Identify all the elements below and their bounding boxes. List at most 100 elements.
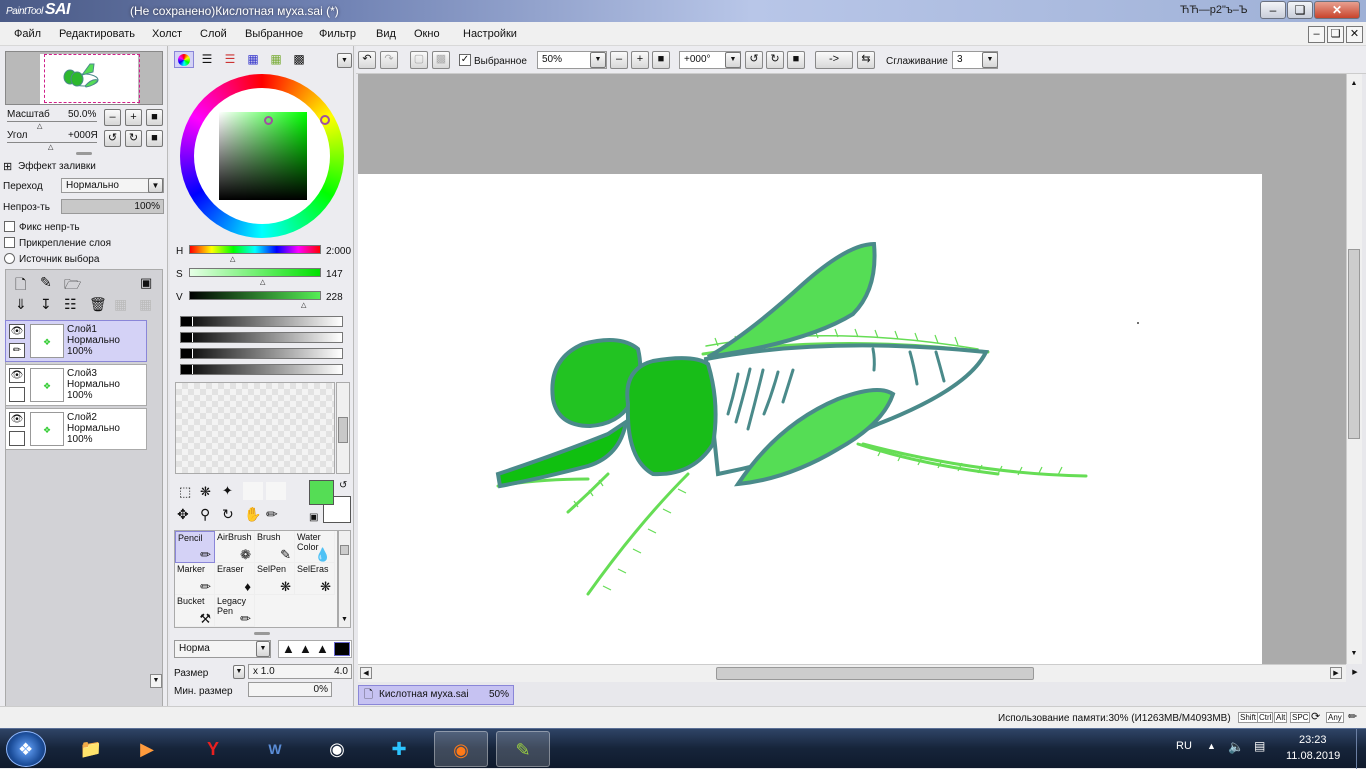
rgb-slider-tab[interactable]: ☰	[197, 51, 217, 68]
layer-visibility-toggle[interactable]: 👁	[9, 324, 25, 339]
gradient-bar-1[interactable]	[180, 316, 343, 327]
swap-colors-icon[interactable]: ↺	[339, 480, 347, 491]
rotate-left-button[interactable]: ↺	[104, 130, 121, 147]
angle-dropdown-button[interactable]: ▼	[725, 52, 741, 68]
zoom-icon[interactable]: ⚲	[200, 506, 210, 523]
clip-layer-checkbox[interactable]	[4, 237, 15, 248]
stabilizer-dropdown-button[interactable]: ▼	[982, 52, 998, 68]
merge-down-icon[interactable]: ↧	[40, 296, 52, 313]
gradient-bar-4[interactable]	[180, 364, 343, 375]
fill-effect-expand-icon[interactable]: ⊞	[3, 160, 12, 173]
swatches-scrollbar[interactable]	[336, 382, 350, 474]
menu-filter[interactable]: Фильтр	[319, 28, 356, 40]
s-slider[interactable]	[189, 268, 321, 277]
trash-icon[interactable]: 🗑	[89, 296, 107, 313]
layer-lock-toggle[interactable]: ✏	[9, 343, 25, 358]
network-icon[interactable]: ▤	[1254, 739, 1265, 753]
show-desktop-button[interactable]	[1356, 729, 1366, 769]
volume-icon[interactable]: 🔈	[1228, 739, 1244, 755]
toolbar-rotate-left-button[interactable]: ↺	[745, 51, 763, 69]
chevron-right-icon[interactable]: ▶	[1348, 664, 1362, 682]
size-multiplier-dropdown[interactable]: ▼	[233, 665, 245, 679]
merge-visible-icon[interactable]: ▦	[139, 296, 152, 313]
taskbar-word[interactable]: W	[248, 731, 302, 767]
menu-layer[interactable]: Слой	[200, 28, 227, 40]
taskbar-media-player[interactable]: ▶	[120, 731, 174, 767]
taskbar-obs[interactable]: ◉	[310, 731, 364, 767]
angle-slider-handle-icon[interactable]: △	[48, 143, 53, 151]
layer-mask-icon[interactable]: ▣	[140, 275, 152, 291]
keyboard-language[interactable]: RU	[1176, 740, 1192, 752]
panel-splitter-icon[interactable]	[76, 152, 92, 155]
zoom-slider-handle-icon[interactable]: △	[37, 122, 42, 130]
new-layer-set-icon[interactable]: ✎	[40, 274, 52, 291]
brush-shape-presets[interactable]: ▲ ▲ ▲	[278, 640, 352, 658]
menu-edit[interactable]: Редактировать	[59, 28, 135, 40]
undo-button[interactable]: ↶	[358, 51, 376, 69]
tool-eraser[interactable]: Eraser ♦	[215, 563, 255, 595]
clear-layer-icon[interactable]: ☷	[64, 296, 77, 313]
brush-shape-medium-icon[interactable]: ▲	[299, 641, 312, 656]
tool-brush[interactable]: Brush ✎	[255, 531, 295, 563]
tool-legacy-pen[interactable]: Legacy Pen ✏	[215, 595, 255, 627]
mdi-restore-button[interactable]: ❏	[1327, 26, 1344, 43]
rotate-icon[interactable]: ↻	[222, 506, 234, 523]
layer-visibility-toggle[interactable]: 👁	[9, 412, 25, 427]
taskbar-app[interactable]: ✚	[372, 731, 426, 767]
tool-seleras[interactable]: SelEras ❋	[295, 563, 335, 595]
menu-view[interactable]: Вид	[376, 28, 396, 40]
rotate-right-button[interactable]: ↻	[125, 130, 142, 147]
move-icon[interactable]: ✥	[177, 506, 189, 523]
canvas-viewport[interactable]	[358, 74, 1346, 664]
primary-color-swatch-front[interactable]	[309, 480, 334, 505]
color-wheel-tab[interactable]	[174, 51, 194, 68]
mdi-minimize-button[interactable]: –	[1308, 26, 1325, 43]
clock-date[interactable]: 11.08.2019	[1286, 750, 1340, 762]
rect-select-icon[interactable]: ⬚	[179, 484, 191, 500]
layer-row[interactable]: 👁 ❖ Слой2 Нормально 100%	[5, 408, 147, 450]
hue-picker-handle-icon[interactable]	[320, 115, 330, 125]
zoom-dropdown-button[interactable]: ▼	[590, 52, 606, 68]
h-slider-handle-icon[interactable]: △	[230, 255, 235, 263]
palette-tab[interactable]: ▦	[266, 51, 286, 68]
tray-expand-icon[interactable]: ▲	[1207, 741, 1216, 751]
layer-visibility-toggle[interactable]: 👁	[9, 368, 25, 383]
folder-icon[interactable]: 🗁	[64, 274, 81, 298]
canvas-horizontal-scrollbar[interactable]: ◀ ▶	[358, 664, 1346, 682]
minimize-button[interactable]: –	[1260, 1, 1286, 19]
menu-selection[interactable]: Выбранное	[245, 28, 303, 40]
redo-button[interactable]: ↷	[380, 51, 398, 69]
apply-mask-icon[interactable]: ▦	[114, 296, 127, 313]
navigator-preview[interactable]	[5, 51, 163, 105]
chevron-left-icon[interactable]: ◀	[360, 667, 372, 679]
fill-effect-label[interactable]: Эффект заливки	[18, 161, 96, 172]
toolbar-zoom-in-button[interactable]: +	[631, 51, 649, 69]
menu-canvas[interactable]: Холст	[152, 28, 182, 40]
layer-row[interactable]: 👁 ✏ ❖ Слой1 Нормально 100%	[5, 320, 147, 362]
deselect-button[interactable]: ▢	[410, 51, 428, 69]
h-slider[interactable]	[189, 245, 321, 254]
taskbar-yandex-browser[interactable]: Y	[186, 731, 240, 767]
rotate-reset-button[interactable]: ■	[146, 130, 163, 147]
chevron-right-icon[interactable]: ▶	[1330, 667, 1342, 679]
invert-selection-button[interactable]: ▩	[432, 51, 450, 69]
v-slider-handle-icon[interactable]: △	[301, 301, 306, 309]
maximize-button[interactable]: ❏	[1287, 1, 1313, 19]
lasso-icon[interactable]: ❋	[200, 484, 211, 500]
tool-airbrush[interactable]: AirBrush ❁	[215, 531, 255, 563]
mdi-close-button[interactable]: ✕	[1346, 26, 1363, 43]
show-selection-checkbox[interactable]: ✓	[459, 54, 471, 66]
tool-water-color[interactable]: Water Color 💧	[295, 531, 335, 563]
brush-shape-hard-icon[interactable]: ▲	[316, 641, 329, 656]
taskbar-paint-tool-sai[interactable]: ✎	[496, 731, 550, 767]
flip-horizontal-button[interactable]: ⇆	[857, 51, 875, 69]
fix-opacity-checkbox[interactable]	[4, 221, 15, 232]
new-layer-icon[interactable]: 🗋	[15, 274, 26, 298]
horizontal-scroll-thumb[interactable]	[716, 667, 1034, 680]
tool-bucket[interactable]: Bucket ⚒	[175, 595, 215, 627]
saturation-value-square[interactable]	[219, 112, 307, 200]
brush-shape-square-icon[interactable]	[334, 642, 350, 656]
selection-source-radio[interactable]	[4, 253, 15, 264]
scratchpad-tab[interactable]: ▩	[289, 51, 309, 68]
zoom-in-button[interactable]: +	[125, 109, 142, 126]
